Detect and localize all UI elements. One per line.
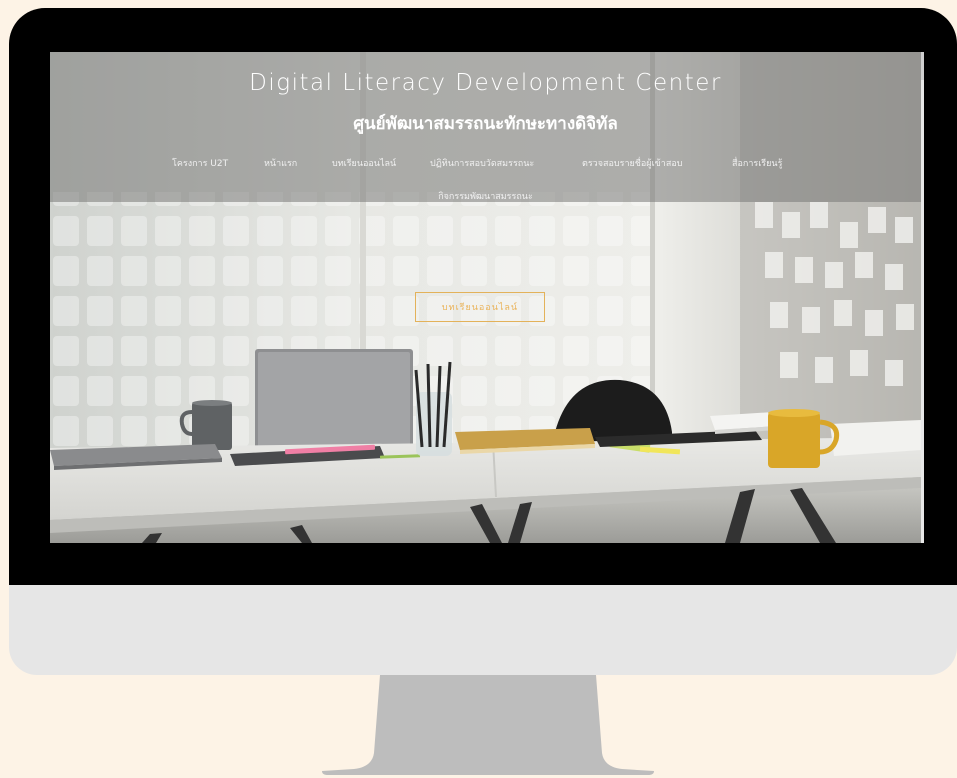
site-title-thai[interactable]: ศูนย์พัฒนาสมรรถนะทักษะทางดิจิทัล xyxy=(50,110,921,137)
nav-item-check-examinees[interactable]: ตรวจสอบรายชื่อผู้เข้าสอบ xyxy=(582,156,682,170)
scrollbar-thumb[interactable] xyxy=(921,52,924,80)
website-screen: Digital Literacy Development Center ศูนย… xyxy=(50,52,921,543)
nav-item-exam-calendar[interactable]: ปฏิทินการสอบวัดสมรรถนะ xyxy=(430,156,534,170)
monitor-chin xyxy=(9,585,957,675)
nav-item-online-lessons[interactable]: บทเรียนออนไลน์ xyxy=(332,156,396,170)
nav-item-competency-activities[interactable]: กิจกรรมพัฒนาสมรรถนะ xyxy=(438,192,533,202)
site-header: Digital Literacy Development Center ศูนย… xyxy=(50,52,921,202)
online-lessons-cta-button[interactable]: บทเรียนออนไลน์ xyxy=(415,292,545,322)
nav-item-home[interactable]: หน้าแรก xyxy=(264,156,297,170)
site-title-english[interactable]: Digital Literacy Development Center xyxy=(50,70,921,96)
page-scrollbar[interactable] xyxy=(921,52,924,543)
nav-item-u2t[interactable]: โครงการ U2T xyxy=(172,156,228,170)
main-navigation-row-2: กิจกรรมพัฒนาสมรรถนะ xyxy=(50,189,921,203)
monitor-stand xyxy=(322,675,654,775)
nav-item-learning-media[interactable]: สื่อการเรียนรู้ xyxy=(732,156,782,170)
